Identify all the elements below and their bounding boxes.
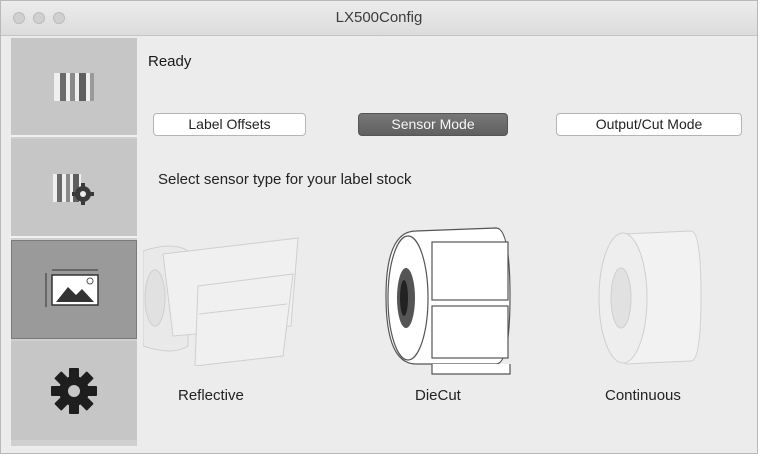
- continuous-label-icon: [598, 230, 702, 365]
- diecut-label[interactable]: DieCut: [415, 387, 461, 404]
- continuous-option[interactable]: [593, 226, 703, 381]
- title-bar: LX500Config: [1, 1, 757, 36]
- reflective-label-icon: [142, 237, 299, 367]
- printer-icon: [54, 72, 94, 101]
- tab-label-offsets[interactable]: Label Offsets: [153, 113, 306, 136]
- window-title: LX500Config: [335, 9, 423, 26]
- sensor-prompt: Select sensor type for your label stock: [158, 171, 412, 188]
- diecut-option[interactable]: [378, 226, 518, 381]
- sidebar-item-settings[interactable]: [11, 341, 137, 440]
- reflective-label[interactable]: Reflective: [178, 387, 244, 404]
- tab-sensor-mode[interactable]: Sensor Mode: [358, 113, 508, 136]
- label-image-icon: [45, 269, 99, 307]
- gear-icon: [51, 367, 97, 414]
- printer-settings-icon: [53, 173, 94, 205]
- diecut-label-icon: [385, 227, 511, 375]
- tab-output-cut-mode[interactable]: Output/Cut Mode: [556, 113, 742, 136]
- reflective-option[interactable]: [142, 226, 308, 371]
- sidebar-item-label-sensor[interactable]: [11, 240, 137, 339]
- sidebar: [11, 38, 137, 446]
- continuous-label[interactable]: Continuous: [605, 387, 681, 404]
- main-content: Ready Label Offsets Sensor Mode Output/C…: [138, 36, 756, 452]
- app-window: LX500Config Ready Label Offsets Sensor M…: [0, 0, 758, 454]
- sidebar-item-printer[interactable]: [11, 38, 137, 137]
- sidebar-item-printer-settings[interactable]: [11, 139, 137, 238]
- status-text: Ready: [148, 53, 192, 70]
